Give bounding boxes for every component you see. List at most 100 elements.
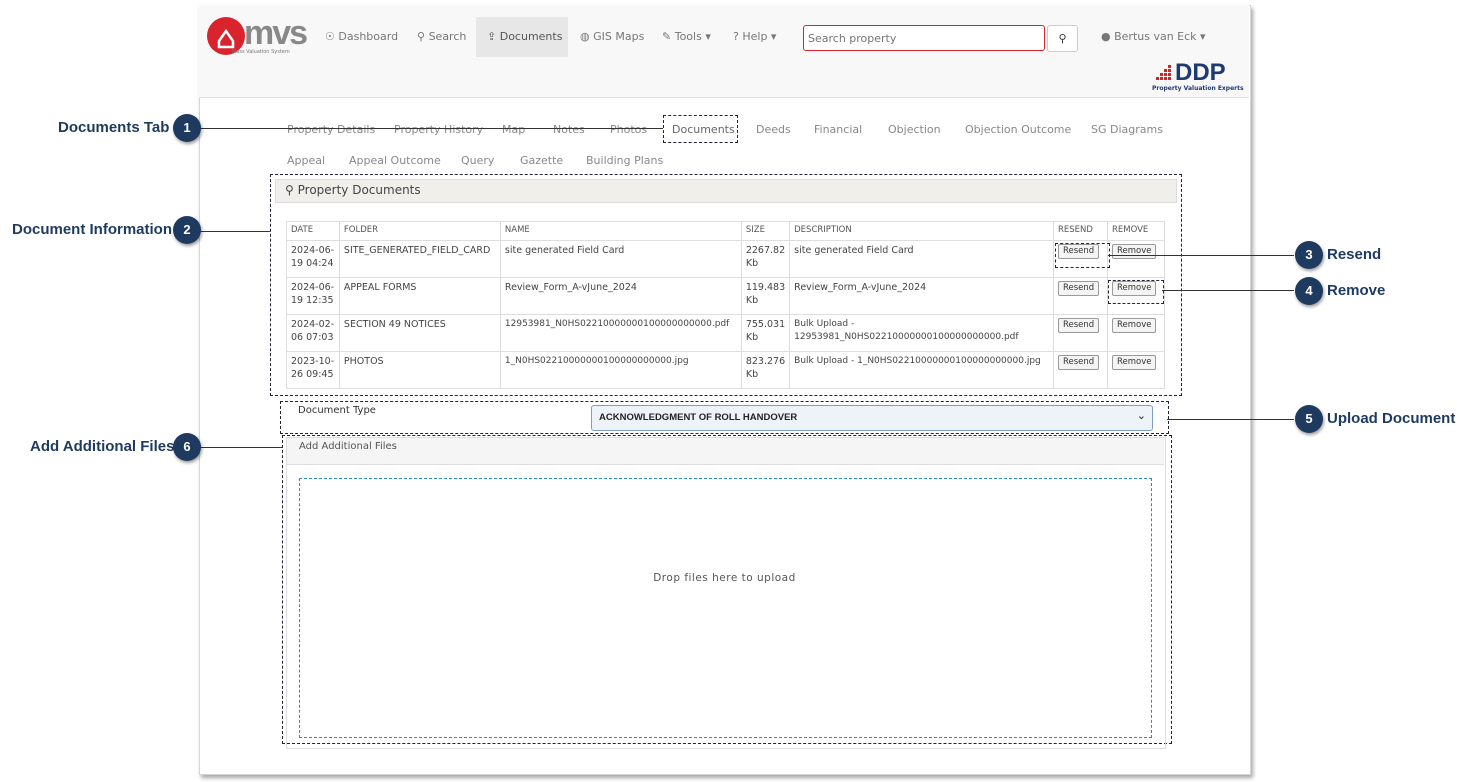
callout-label-resend: Resend	[1327, 246, 1382, 263]
table-header-row: DATE FOLDER NAME SIZE DESCRIPTION RESEND…	[286, 221, 1166, 241]
resend-button[interactable]: Resend	[1058, 355, 1100, 370]
remove-button[interactable]: Remove	[1111, 318, 1157, 333]
cell-resend: Resend	[1053, 351, 1108, 389]
remove-button[interactable]: Remove	[1111, 244, 1157, 259]
document-type-select[interactable]: ACKNOWLEDGMENT OF ROLL HANDOVER ⌄	[591, 405, 1153, 431]
cell-description: Bulk Upload - 12953981_N0HS0221000000010…	[789, 314, 1054, 352]
globe-icon: ◍	[580, 30, 590, 43]
tab-sg-diagrams[interactable]: SG Diagrams	[1091, 123, 1163, 136]
nav-tools[interactable]: ✎ Tools ▾	[662, 30, 711, 44]
tab-financial[interactable]: Financial	[814, 123, 862, 136]
tab-appeal[interactable]: Appeal	[287, 154, 325, 167]
tab-notes[interactable]: Notes	[553, 123, 585, 136]
user-menu[interactable]: ● Bertus van Eck ▾	[1101, 30, 1206, 44]
nav-search[interactable]: ⚲ Search	[417, 30, 466, 44]
search-icon: ⚲	[417, 30, 426, 43]
column-header-remove: REMOVE	[1106, 221, 1166, 241]
caret-down-icon: ▾	[1200, 30, 1206, 43]
tab-property-details[interactable]: Property Details	[287, 123, 375, 136]
callout-label-document-information: Document Information	[12, 221, 172, 238]
dropzone-text: Drop files here to upload	[653, 572, 796, 584]
tab-objection[interactable]: Objection	[888, 123, 941, 136]
nav-dashboard[interactable]: ☉ Dashboard	[325, 30, 398, 44]
tab-query[interactable]: Query	[461, 154, 494, 167]
cell-size: 2267.82 Kb	[740, 240, 791, 278]
cell-description: Bulk Upload - 1_N0HS02210000000100000000…	[789, 351, 1054, 389]
resend-button[interactable]: Resend	[1058, 318, 1100, 333]
cell-remove: Remove	[1106, 351, 1166, 389]
file-dropzone[interactable]	[299, 478, 1152, 738]
chevron-down-icon: ⌄	[1136, 409, 1146, 422]
nav-label: Search	[428, 30, 467, 43]
logo-text: mvs	[244, 14, 308, 52]
cell-date: 2024-02-06 07:03	[286, 314, 340, 352]
nav-gis-maps[interactable]: ◍ GIS Maps	[580, 30, 644, 44]
documents-table: DATE FOLDER NAME SIZE DESCRIPTION RESEND…	[286, 221, 1166, 389]
cell-name: 1_N0HS02210000000100000000000.jpg	[499, 351, 742, 389]
search-submit-button[interactable]: ⚲	[1047, 25, 1078, 52]
document-type-label: Document Type	[298, 405, 376, 416]
search-icon: ⚲	[1058, 32, 1067, 45]
column-header-date: DATE	[286, 221, 340, 241]
tab-photos[interactable]: Photos	[610, 123, 647, 136]
cell-size: 755.031 Kb	[740, 314, 791, 352]
cell-folder: SITE_GENERATED_FIELD_CARD	[338, 240, 501, 278]
table-row: 2024-06-19 04:24 SITE_GENERATED_FIELD_CA…	[286, 240, 1166, 278]
nav-help[interactable]: ? Help ▾	[733, 30, 776, 44]
document-type-value: ACKNOWLEDGMENT OF ROLL HANDOVER	[599, 412, 798, 423]
caret-down-icon: ▾	[705, 30, 711, 43]
column-header-resend: RESEND	[1053, 221, 1108, 241]
callout-badge-3: 3	[1295, 241, 1323, 269]
nav-label: Dashboard	[338, 30, 399, 43]
callout-label-remove: Remove	[1327, 282, 1386, 299]
tab-appeal-outcome[interactable]: Appeal Outcome	[349, 154, 441, 167]
caret-down-icon: ▾	[770, 30, 777, 43]
tab-building-plans[interactable]: Building Plans	[586, 154, 663, 167]
cell-resend: Resend	[1053, 277, 1108, 315]
callout-badge-2: 2	[173, 216, 201, 244]
help-icon: ?	[733, 30, 739, 43]
cell-size: 119.483 Kb	[740, 277, 791, 315]
cell-name: Review_Form_A-vJune_2024	[499, 277, 742, 315]
panel-heading-text: Property Documents	[297, 183, 421, 197]
cell-resend: Resend	[1053, 314, 1108, 352]
callout-label-add-additional-files: Add Additional Files	[30, 438, 175, 455]
table-row: 2024-02-06 07:03 SECTION 49 NOTICES 1295…	[286, 314, 1166, 352]
cell-description: site generated Field Card	[789, 240, 1054, 278]
add-files-header	[287, 438, 1164, 465]
nav-documents[interactable]: ⇪ Documents	[487, 30, 562, 44]
tab-deeds[interactable]: Deeds	[756, 123, 791, 136]
callout-badge-6: 6	[173, 433, 201, 461]
map-marker-icon: ⚲	[285, 183, 294, 197]
callout-line-2	[200, 231, 270, 232]
property-documents-title: ⚲ Property Documents	[285, 183, 421, 197]
tab-documents[interactable]: Documents	[672, 123, 735, 136]
resend-highlight	[1055, 243, 1110, 268]
nav-label: Help	[742, 30, 768, 43]
ddp-brand-text: DDP	[1175, 59, 1226, 86]
cell-date: 2024-06-19 04:24	[286, 240, 340, 278]
resend-button[interactable]: Resend	[1058, 281, 1100, 296]
user-name: Bertus van Eck	[1114, 30, 1197, 43]
cell-description: Review_Form_A-vJune_2024	[789, 277, 1054, 315]
table-row: 2023-10-26 09:45 PHOTOS 1_N0HS0221000000…	[286, 351, 1166, 389]
tab-property-history[interactable]: Property History	[394, 123, 483, 136]
column-header-folder: FOLDER	[338, 221, 501, 241]
tab-objection-outcome[interactable]: Objection Outcome	[965, 123, 1071, 136]
cell-folder: SECTION 49 NOTICES	[338, 314, 501, 352]
nav-label: GIS Maps	[593, 30, 645, 43]
remove-button[interactable]: Remove	[1111, 355, 1157, 370]
nav-label: Tools	[674, 30, 702, 43]
cell-remove: Remove	[1106, 240, 1166, 278]
callout-line-1	[200, 128, 663, 129]
callout-line-4	[1162, 290, 1294, 291]
tab-gazette[interactable]: Gazette	[520, 154, 563, 167]
callout-badge-1: 1	[173, 114, 201, 142]
tab-map[interactable]: Map	[502, 123, 525, 136]
cell-folder: PHOTOS	[338, 351, 501, 389]
cell-date: 2024-06-19 12:35	[286, 277, 340, 315]
search-property-input[interactable]	[803, 25, 1045, 51]
top-navbar	[199, 5, 1249, 98]
callout-line-6	[200, 447, 282, 448]
callout-label-documents-tab: Documents Tab	[58, 119, 170, 136]
